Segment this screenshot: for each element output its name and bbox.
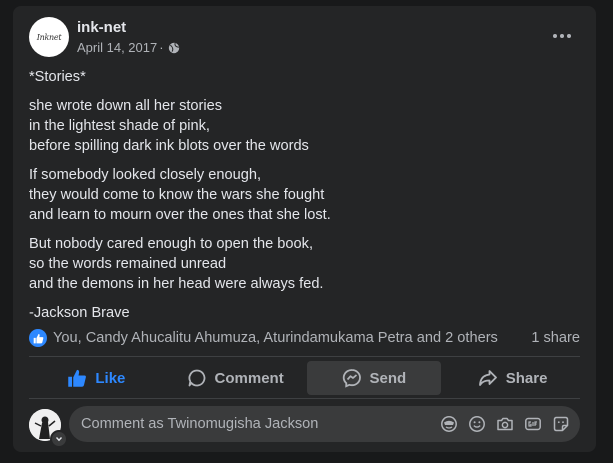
page-avatar[interactable]: Inknet [29, 17, 69, 57]
share-icon [478, 370, 497, 386]
post-line: and the demons in her head were always f… [29, 276, 324, 292]
like-button[interactable]: Like [29, 361, 164, 395]
post-meta: April 14, 2017 · [77, 40, 180, 55]
meta-separator: · [159, 40, 164, 55]
post-paragraph: she wrote down all her stories in the li… [29, 96, 579, 156]
post-line: and learn to mourn over the ones that sh… [29, 207, 331, 223]
post-paragraph: -Jackson Brave [29, 303, 579, 323]
post-line: they would come to know the wars she fou… [29, 187, 325, 203]
page-name-link[interactable]: ink-net [77, 19, 126, 36]
dot-icon [553, 34, 557, 38]
reactions-bar: You, Candy Ahucalitu Ahumuza, Aturindamu… [29, 327, 580, 349]
gif-icon[interactable] [523, 415, 542, 434]
post-paragraph: But nobody cared enough to open the book… [29, 234, 579, 294]
post-signature: -Jackson Brave [29, 305, 130, 321]
post-line: she wrote down all her stories [29, 98, 223, 114]
page-logo: Inknet [36, 32, 62, 42]
post-text: *Stories* she wrote down all her stories… [29, 67, 579, 332]
messenger-icon [342, 369, 361, 388]
like-reaction-icon[interactable] [29, 329, 47, 347]
post-line: before spilling dark ink blots over the … [29, 138, 309, 154]
thumbs-up-icon [68, 369, 87, 387]
post-line: But nobody cared enough to open the book… [29, 236, 313, 252]
camera-icon[interactable] [495, 415, 514, 434]
send-button[interactable]: Send [306, 361, 442, 395]
dot-icon [567, 34, 571, 38]
comment-tools [439, 415, 580, 434]
post-line: in the lightest shade of pink, [29, 118, 210, 134]
sticker-icon[interactable] [551, 415, 570, 434]
post-line: so the words remained unread [29, 256, 227, 272]
comment-composer [69, 406, 580, 442]
emoji-icon[interactable] [467, 415, 486, 434]
post-date-link[interactable]: April 14, 2017 [77, 40, 157, 55]
comment-input[interactable] [69, 415, 439, 433]
comment-label: Comment [214, 369, 284, 387]
comment-icon [188, 369, 205, 387]
dot-icon [560, 34, 564, 38]
reactions-summary-link[interactable]: You, Candy Ahucalitu Ahumuza, Aturindamu… [53, 330, 498, 346]
share-button[interactable]: Share [445, 361, 580, 395]
post-paragraph: If somebody looked closely enough, they … [29, 165, 579, 225]
post-line: *Stories* [29, 69, 86, 85]
shares-count-link[interactable]: 1 share [531, 330, 580, 346]
post-paragraph: *Stories* [29, 67, 579, 87]
divider [29, 356, 580, 357]
comment-button[interactable]: Comment [168, 361, 303, 395]
post-actions: Like Comment Send Share [29, 361, 580, 395]
avatar-sticker-icon[interactable] [439, 415, 458, 434]
more-options-button[interactable] [546, 24, 578, 48]
post-line: If somebody looked closely enough, [29, 167, 262, 183]
like-label: Like [95, 369, 126, 387]
send-label: Send [369, 369, 407, 387]
share-label: Share [505, 369, 548, 387]
divider [29, 398, 580, 399]
thumbs-up-icon [33, 333, 43, 343]
globe-icon [168, 42, 179, 53]
chevron-down-icon[interactable] [50, 430, 68, 448]
post-card: Inknet ink-net April 14, 2017 · *Stories… [13, 6, 596, 452]
